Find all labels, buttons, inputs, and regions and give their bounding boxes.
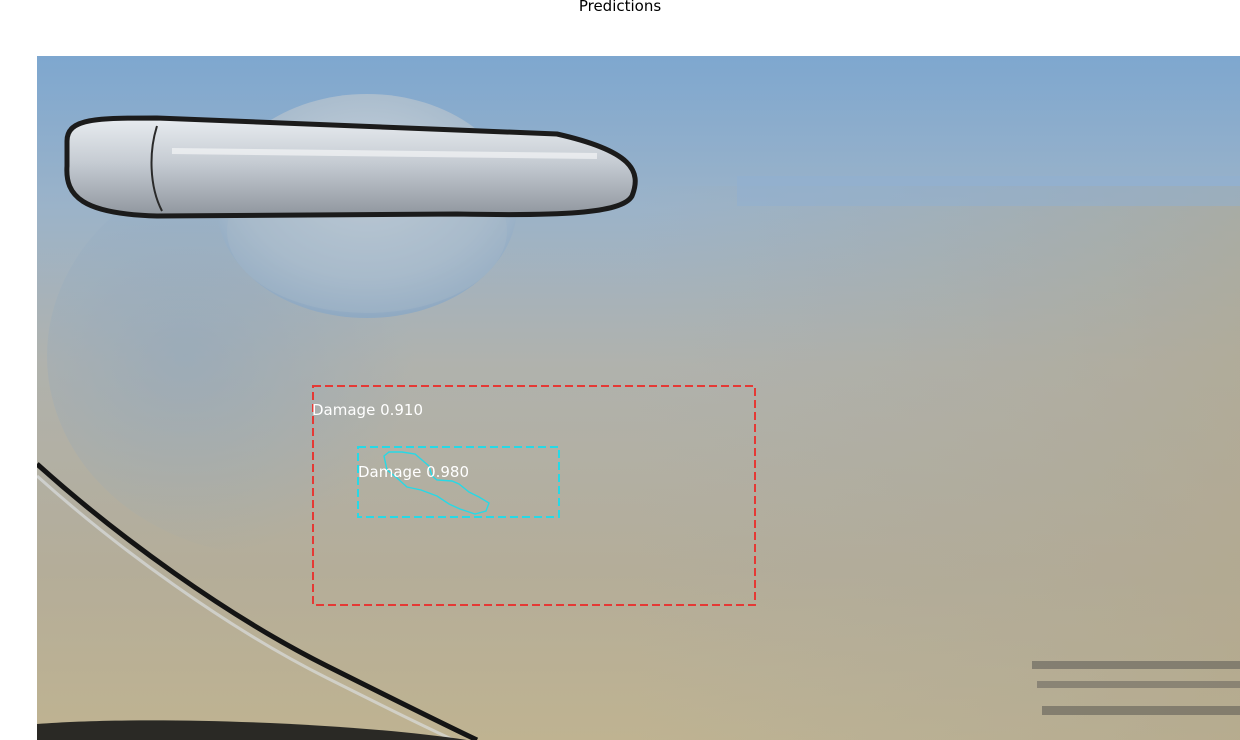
- panel-reflection: [637, 186, 1240, 740]
- sky-reflection: [737, 176, 1240, 206]
- car-door-photo: [37, 56, 1240, 740]
- prediction-figure: Predictions Damage 0.910 Damage 0.980: [0, 0, 1240, 740]
- car-door-image: [37, 56, 1240, 740]
- detection-label-1: Damage 0.910: [312, 401, 424, 419]
- detection-label-2: Damage 0.980: [358, 463, 470, 481]
- figure-title: Predictions: [578, 0, 662, 15]
